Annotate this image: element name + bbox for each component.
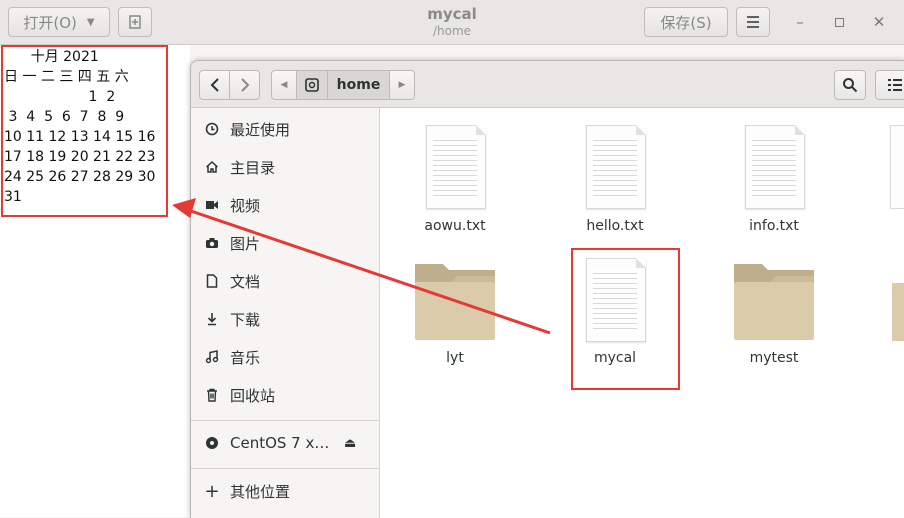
text-file-icon xyxy=(745,125,805,209)
chevron-right-icon xyxy=(240,78,249,92)
path-scroll-right-button[interactable]: ▶ xyxy=(389,70,415,100)
sidebar-item-pictures[interactable]: 图片 xyxy=(191,224,379,262)
file-name: lyt xyxy=(446,350,464,366)
sidebar-item-label: 主目录 xyxy=(230,158,276,177)
forward-button[interactable] xyxy=(229,70,260,100)
search-button[interactable] xyxy=(834,70,866,100)
sidebar-item-downloads[interactable]: 下载 xyxy=(191,300,379,338)
sidebar-item-label: 下载 xyxy=(230,310,261,329)
sidebar-item-label: 音乐 xyxy=(230,348,261,367)
file-name: aowu.txt xyxy=(424,218,486,234)
video-icon xyxy=(204,197,220,213)
path-root-button[interactable] xyxy=(296,70,328,100)
new-document-icon xyxy=(129,15,141,29)
folder-icon xyxy=(415,264,495,340)
sidebar-item-label: 其他位置 xyxy=(230,482,291,501)
hamburger-icon xyxy=(747,16,759,28)
save-button[interactable]: 保存(S) xyxy=(644,7,728,37)
document-icon xyxy=(204,273,220,289)
folder-item-partial[interactable] xyxy=(892,283,904,341)
sidebar-item-label: CentOS 7 x… xyxy=(230,434,330,452)
search-icon xyxy=(843,78,858,93)
save-button-label: 保存(S) xyxy=(660,13,712,32)
sidebar-item-label: 文档 xyxy=(230,272,261,291)
sidebar-item-label: 图片 xyxy=(230,234,261,253)
sidebar-item-documents[interactable]: 文档 xyxy=(191,262,379,300)
open-button-label: 打开(O) xyxy=(23,13,77,32)
new-document-button[interactable] xyxy=(118,7,152,37)
camera-icon xyxy=(204,235,220,251)
disc-icon xyxy=(204,435,220,451)
view-options-button[interactable] xyxy=(875,70,904,100)
plus-icon: + xyxy=(204,480,220,502)
eject-icon[interactable]: ⏏ xyxy=(344,436,356,451)
folder-item[interactable]: mytest xyxy=(714,258,834,378)
file-manager-header: ◀ home ▶ xyxy=(191,61,904,108)
window-subtitle: /home xyxy=(432,24,472,38)
sidebar-item-music[interactable]: 音乐 xyxy=(191,338,379,376)
trash-icon xyxy=(204,387,220,403)
open-button[interactable]: 打开(O) ▼ xyxy=(8,7,110,37)
minimize-button[interactable]: – xyxy=(788,10,812,34)
triangle-left-icon: ◀ xyxy=(280,80,288,90)
home-icon xyxy=(204,159,220,175)
path-home-button[interactable]: home xyxy=(327,70,390,100)
music-icon xyxy=(204,349,220,365)
download-icon xyxy=(204,311,220,327)
folder-item[interactable]: lyt xyxy=(395,258,515,378)
sidebar-item-label: 视频 xyxy=(230,196,261,215)
file-manager-window: ◀ home ▶ 最近使用 主目录 视频 图片 文档 下载 音乐 回收站 Cen… xyxy=(190,60,904,518)
chevron-down-icon: ▼ xyxy=(86,16,95,28)
sidebar-item-trash[interactable]: 回收站 xyxy=(191,376,379,414)
sidebar-divider xyxy=(191,468,379,469)
clock-icon xyxy=(204,121,220,137)
maximize-icon xyxy=(834,17,844,27)
maximize-button[interactable] xyxy=(827,10,851,34)
close-icon: ✕ xyxy=(872,13,886,31)
folder-icon xyxy=(734,264,814,340)
file-item[interactable]: info.txt xyxy=(714,123,834,234)
path-home-label: home xyxy=(336,77,381,93)
back-button[interactable] xyxy=(199,70,230,100)
sidebar: 最近使用 主目录 视频 图片 文档 下载 音乐 回收站 CentOS 7 x… … xyxy=(191,108,380,518)
file-item-partial[interactable] xyxy=(890,125,904,209)
path-scroll-left-button[interactable]: ◀ xyxy=(271,70,297,100)
file-name: mytest xyxy=(749,350,799,366)
sidebar-item-device[interactable]: CentOS 7 x… ⏏ xyxy=(191,424,379,462)
close-button[interactable]: ✕ xyxy=(867,10,891,34)
minimize-icon: – xyxy=(796,13,804,31)
text-file-icon xyxy=(426,125,486,209)
sidebar-item-videos[interactable]: 视频 xyxy=(191,186,379,224)
list-view-icon xyxy=(888,79,902,91)
sidebar-item-label: 最近使用 xyxy=(230,120,291,139)
text-file-icon xyxy=(586,125,646,209)
sidebar-item-label: 回收站 xyxy=(230,386,276,405)
menu-button[interactable] xyxy=(736,7,770,37)
sidebar-item-recent[interactable]: 最近使用 xyxy=(191,110,379,148)
header-bar: 打开(O) ▼ mycal /home 保存(S) – ✕ xyxy=(0,0,904,45)
window-title: mycal xyxy=(427,5,477,23)
file-item[interactable]: hello.txt xyxy=(555,123,675,234)
sidebar-item-other-locations[interactable]: + 其他位置 xyxy=(191,472,379,510)
mycal-highlight-box xyxy=(571,248,680,390)
chevron-left-icon xyxy=(210,78,219,92)
file-name: hello.txt xyxy=(586,218,644,234)
file-name: info.txt xyxy=(749,218,799,234)
drive-icon xyxy=(305,78,319,92)
calendar-highlight-box xyxy=(1,45,168,217)
sidebar-item-home[interactable]: 主目录 xyxy=(191,148,379,186)
triangle-right-icon: ▶ xyxy=(398,80,406,90)
file-item[interactable]: aowu.txt xyxy=(395,123,515,234)
sidebar-divider xyxy=(191,420,379,421)
